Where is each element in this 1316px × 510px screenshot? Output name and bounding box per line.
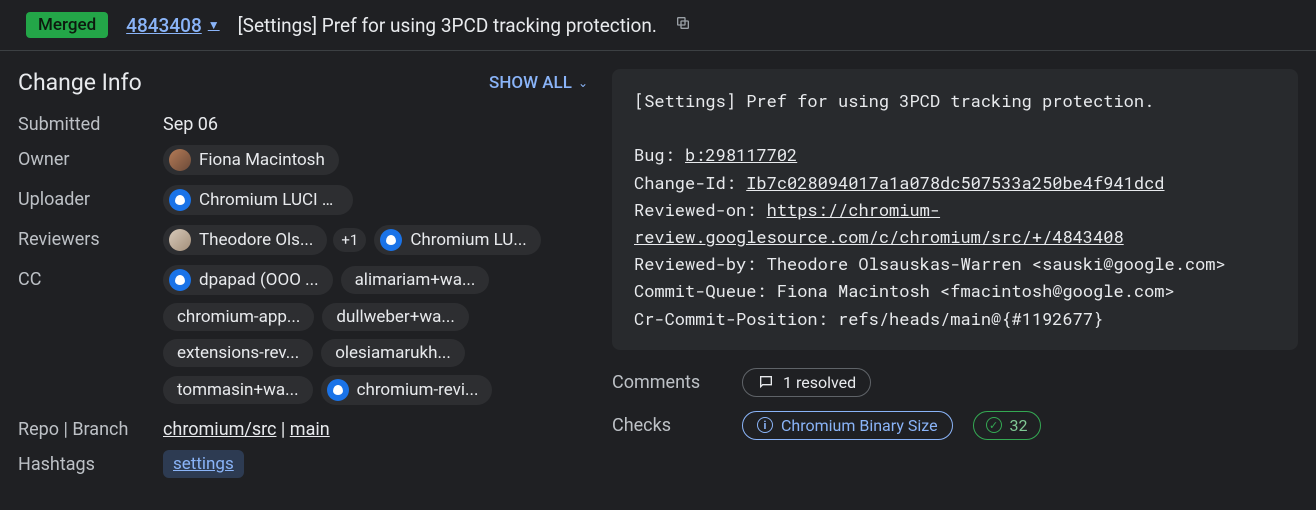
label-hashtags: Hashtags [18,450,163,475]
avatar [169,229,191,251]
reviewer-chip[interactable]: Chromium LU... [374,225,540,255]
avatar [380,229,402,251]
change-number: 4843408 [126,14,202,37]
info-icon: i [757,417,773,433]
reviewer-vote-badge: +1 [333,228,366,252]
comments-resolved-pill[interactable]: 1 resolved [742,368,871,397]
change-header: Merged 4843408 ▼ [Settings] Pref for usi… [0,0,1316,51]
label-reviewers: Reviewers [18,225,163,250]
caret-down-icon: ▼ [208,18,220,32]
avatar [169,149,191,171]
cc-chip[interactable]: chromium-app... [163,303,314,331]
cr-commit-position: Cr-Commit-Position: refs/heads/main@{#11… [634,305,1276,332]
label-submitted: Submitted [18,110,163,135]
bug-link[interactable]: b:298117702 [685,143,797,166]
change-title: [Settings] Pref for using 3PCD tracking … [238,14,657,37]
label-cc: CC [18,265,163,290]
cc-chip[interactable]: chromium-revi... [321,375,493,405]
check-pill-passed[interactable]: ✓ 32 [973,411,1041,440]
avatar [327,379,349,401]
change-info-panel: Change Info SHOW ALL ⌄ Submitted Sep 06 … [18,69,588,488]
cc-chip[interactable]: extensions-rev... [163,339,313,367]
owner-chip[interactable]: Fiona Macintosh [163,145,339,175]
hashtag-chip[interactable]: settings [163,450,244,478]
avatar [169,269,191,291]
status-badge: Merged [26,12,108,38]
check-icon: ✓ [986,417,1002,433]
commit-message: [Settings] Pref for using 3PCD tracking … [612,69,1298,350]
cc-chip[interactable]: tommasin+wa... [163,376,313,404]
repo-link[interactable]: chromium/src [163,419,276,440]
cc-chip[interactable]: alimariam+wa... [341,266,490,294]
changeid-link[interactable]: Ib7c028094017a1a078dc507533a250be4f941dc… [746,171,1164,194]
label-owner: Owner [18,145,163,170]
reviewer-chip[interactable]: Theodore Ols... [163,225,327,255]
cc-chip[interactable]: olesiamarukh... [321,339,465,367]
comment-icon [757,373,775,391]
checks-label: Checks [612,415,722,436]
show-all-button[interactable]: SHOW ALL ⌄ [489,73,588,93]
copy-icon[interactable] [675,15,691,35]
commit-queue: Commit-Queue: Fiona Macintosh <fmacintos… [634,277,1276,304]
cc-chip[interactable]: dullweber+wa... [322,303,468,331]
cc-chip[interactable]: dpapad (OOO ... [163,265,333,295]
commit-title: [Settings] Pref for using 3PCD tracking … [634,87,1276,114]
label-uploader: Uploader [18,185,163,210]
uploader-chip[interactable]: Chromium LUCI CQ [163,185,353,215]
comments-label: Comments [612,372,722,393]
reviewed-by: Reviewed-by: Theodore Olsauskas-Warren <… [634,250,1276,277]
chevron-down-icon: ⌄ [578,76,588,90]
branch-link[interactable]: main [290,419,330,440]
change-info-heading: Change Info [18,69,142,96]
check-pill-binary-size[interactable]: i Chromium Binary Size [742,411,953,440]
label-repo-branch: Repo | Branch [18,415,163,440]
change-number-link[interactable]: 4843408 ▼ [126,14,219,37]
submitted-value: Sep 06 [163,110,588,135]
avatar [169,189,191,211]
